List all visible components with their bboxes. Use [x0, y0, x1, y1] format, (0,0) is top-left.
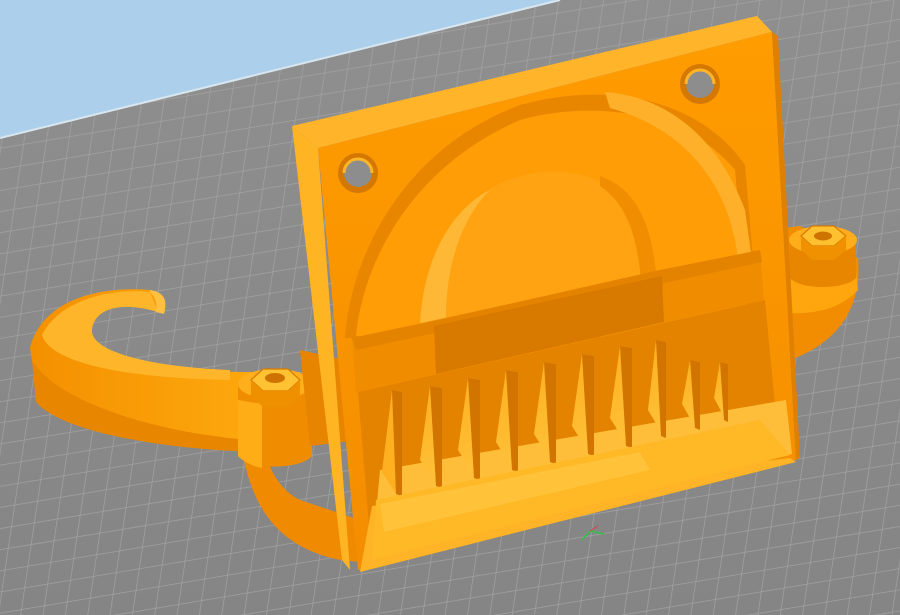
nut-boss-right	[789, 225, 857, 287]
mount-hole-left	[338, 153, 378, 193]
mount-hole-right	[680, 64, 720, 104]
scene-canvas[interactable]	[0, 0, 900, 615]
3d-viewport[interactable]	[0, 0, 900, 615]
nut-boss-left	[238, 368, 312, 468]
